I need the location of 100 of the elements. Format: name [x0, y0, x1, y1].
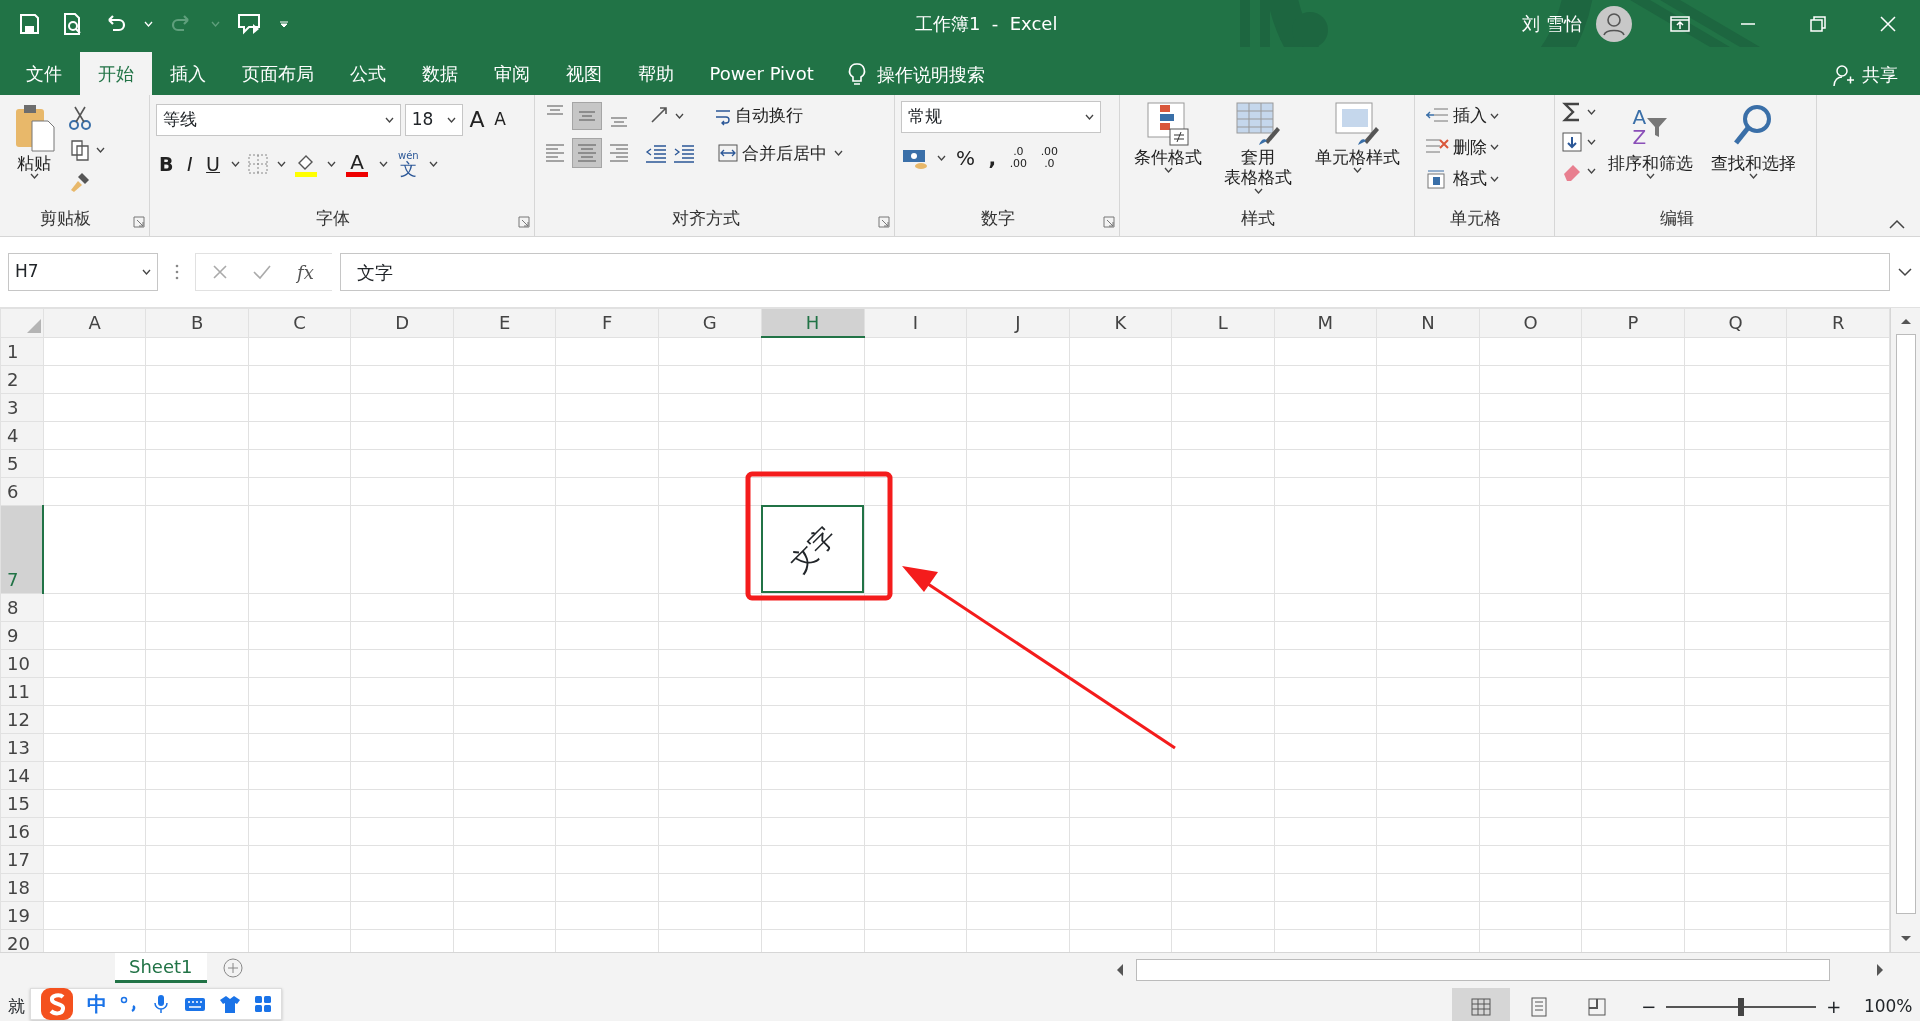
row-header[interactable]: 5 [0, 449, 44, 477]
increase-indent-icon[interactable] [671, 142, 696, 165]
ribbon-tab[interactable]: Power Pivot [691, 52, 832, 95]
row-header[interactable]: 8 [0, 593, 44, 621]
customize-icon[interactable] [278, 18, 290, 29]
column-header[interactable]: E [453, 308, 556, 337]
scroll-up-icon[interactable] [1899, 316, 1913, 326]
share-button[interactable]: 共享 [1861, 61, 1898, 88]
caret-icon[interactable] [1085, 114, 1094, 120]
paste-button[interactable]: 粘贴 [6, 101, 62, 206]
active-cell[interactable]: 文字 [761, 505, 865, 593]
dialog-launcher-icon[interactable] [133, 216, 145, 228]
shirt-icon[interactable] [219, 994, 241, 1014]
vertical-scrollbar[interactable] [1890, 308, 1920, 952]
sort-filter-button[interactable]: A Z 排序和筛选 [1601, 101, 1699, 206]
ribbon-tab[interactable]: 帮助 [619, 52, 692, 95]
column-header[interactable]: D [350, 308, 454, 337]
row-header[interactable]: 12 [0, 705, 44, 733]
row-header[interactable]: 2 [0, 365, 44, 393]
ribbon-tab[interactable]: 数据 [403, 52, 476, 95]
caret-icon[interactable] [29, 173, 39, 180]
column-header[interactable]: K [1069, 308, 1172, 337]
formula-input[interactable]: 文字 [339, 253, 1890, 291]
caret-icon[interactable] [1254, 187, 1263, 194]
zoom-level[interactable]: 100% [1863, 993, 1913, 1020]
name-box[interactable]: H7 [8, 253, 158, 291]
ribbon-tab[interactable]: 公式 [331, 52, 404, 95]
row-header[interactable]: 10 [0, 649, 44, 677]
row-header[interactable]: 19 [0, 901, 44, 929]
row-header[interactable]: 13 [0, 733, 44, 761]
insert-function-button[interactable]: fx [294, 256, 317, 288]
column-header[interactable]: B [145, 308, 249, 337]
horizontal-scrollbar[interactable] [1136, 959, 1830, 981]
sheet-tab[interactable]: Sheet1 [115, 953, 207, 983]
microphone-icon[interactable] [151, 993, 171, 1015]
caret-icon[interactable] [385, 116, 394, 123]
ribbon-tab[interactable]: 插入 [151, 52, 224, 95]
caret-icon[interactable] [1490, 175, 1499, 182]
caret-icon[interactable] [1586, 138, 1596, 145]
zoom-thumb[interactable] [1738, 997, 1745, 1016]
column-header[interactable]: A [43, 308, 146, 337]
row-header[interactable]: 15 [0, 789, 44, 817]
ribbon-tab[interactable]: 审阅 [475, 52, 548, 95]
row-header[interactable]: 1 [0, 337, 44, 365]
fill-down-icon[interactable] [1561, 130, 1583, 153]
input-mode-button[interactable]: 中 [87, 989, 107, 1019]
close-icon[interactable] [1878, 13, 1898, 34]
column-header[interactable]: N [1376, 308, 1480, 337]
font-name-dropdown[interactable]: 等线 [156, 103, 401, 136]
phonetic-guide-button[interactable]: wén 文 [395, 148, 422, 180]
caret-icon[interactable] [378, 161, 388, 168]
scroll-down-icon[interactable] [1899, 934, 1913, 944]
increase-decimal-button[interactable]: .0 .00 [1006, 143, 1031, 173]
column-header[interactable]: J [966, 308, 1070, 337]
cut-icon[interactable] [68, 104, 92, 131]
row-header[interactable]: 11 [0, 677, 44, 705]
wrap-text-button[interactable]: 自动换行 [710, 101, 806, 131]
toolbox-icon[interactable] [253, 994, 273, 1014]
format-cells-button[interactable]: 格式 [1421, 164, 1548, 194]
shrink-font-button[interactable]: A [491, 104, 509, 135]
zoom-in-button[interactable]: + [1826, 993, 1842, 1020]
column-header[interactable]: M [1274, 308, 1377, 337]
comma-style-button[interactable]: , [985, 141, 1000, 175]
find-select-button[interactable]: 查找和选择 [1704, 101, 1802, 206]
column-header[interactable]: C [248, 308, 351, 337]
insert-cells-button[interactable]: 插入 [1421, 101, 1548, 131]
caret-icon[interactable] [1748, 173, 1758, 180]
row-header[interactable]: 9 [0, 621, 44, 649]
column-header[interactable]: F [555, 308, 659, 337]
caret-icon[interactable] [230, 161, 240, 168]
caret-icon[interactable] [834, 150, 843, 157]
row-header[interactable]: 17 [0, 845, 44, 873]
bold-button[interactable]: B [156, 148, 177, 181]
caret-icon[interactable] [1586, 109, 1596, 115]
column-header[interactable]: G [658, 308, 761, 337]
caret-icon[interactable] [1645, 173, 1655, 180]
collapse-ribbon-icon[interactable] [1889, 218, 1905, 229]
row-header[interactable]: 14 [0, 761, 44, 789]
conditional-style-button[interactable]: 条件格式 [1128, 101, 1209, 206]
caret-icon[interactable] [936, 155, 946, 161]
decrease-decimal-button[interactable]: .00 .0 [1037, 143, 1062, 173]
column-header[interactable]: Q [1684, 308, 1787, 337]
row-header[interactable]: 4 [0, 421, 44, 449]
percent-button[interactable]: % [953, 141, 978, 175]
delete-cells-button[interactable]: 删除 [1421, 132, 1548, 162]
number-format-dropdown[interactable]: 常规 [901, 101, 1101, 133]
dialog-launcher-icon[interactable] [518, 216, 530, 228]
row-header[interactable]: 16 [0, 817, 44, 845]
merge-center-button[interactable]: 合并后居中 [714, 138, 831, 168]
font-size-dropdown[interactable]: 18 [404, 103, 463, 136]
column-header[interactable]: I [864, 308, 967, 337]
caret-icon[interactable] [276, 161, 286, 168]
row-header[interactable]: 20 [0, 929, 44, 952]
expand-formula-icon[interactable] [1898, 267, 1912, 277]
row-header[interactable]: 3 [0, 393, 44, 421]
caret-icon[interactable] [446, 116, 456, 123]
caret-icon[interactable] [142, 269, 151, 275]
ribbon-tab[interactable]: 页面布局 [223, 52, 332, 95]
copy-icon[interactable] [68, 138, 92, 163]
font-color-button[interactable]: A [343, 149, 371, 179]
